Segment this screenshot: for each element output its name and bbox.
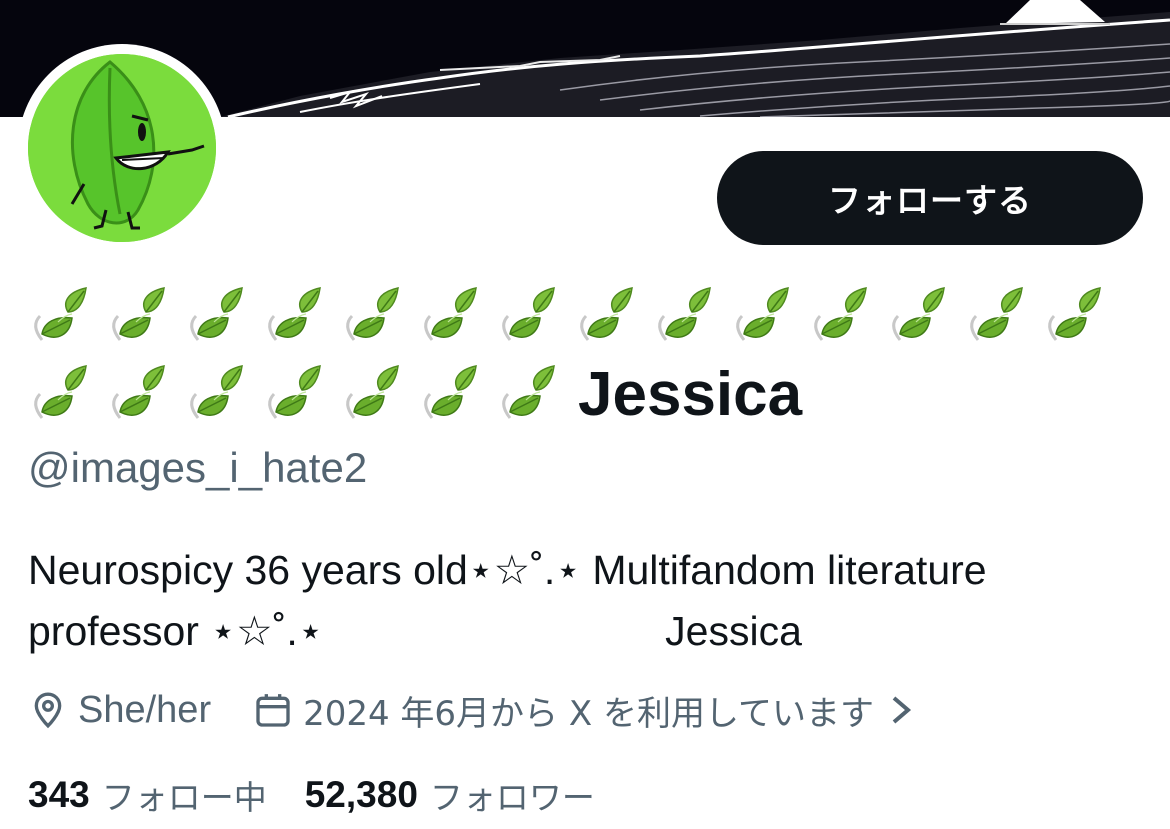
leaf-emoji-icon xyxy=(190,365,243,419)
followers-count: 52,380 xyxy=(304,774,418,815)
leaf-emoji-row-2: Jessica xyxy=(28,356,1138,434)
leaf-emoji-icon xyxy=(658,287,711,341)
joined-item[interactable]: 2024 年6月から X を利用しています xyxy=(253,686,914,735)
leaf-emoji-icon xyxy=(502,365,555,419)
leaf-emoji-icon xyxy=(346,287,399,341)
profile-meta: She/her 2024 年6月から X を利用しています xyxy=(28,685,914,735)
follow-button[interactable]: フォローする xyxy=(717,151,1143,245)
followers-link[interactable]: 52,380 フォロワー xyxy=(305,771,595,819)
leaf-emoji-row-1 xyxy=(28,278,1138,356)
leaf-emoji-icon xyxy=(112,365,165,419)
following-link[interactable]: 343 フォロー中 xyxy=(28,771,267,819)
leaf-emoji-icon xyxy=(268,287,321,341)
leaf-emoji-icon xyxy=(424,287,477,341)
leaf-emoji-icon xyxy=(112,287,165,341)
chevron-right-icon xyxy=(892,696,912,724)
leaf-emoji-icon xyxy=(424,365,477,419)
following-count: 343 xyxy=(28,774,90,815)
display-name-block: Jessica xyxy=(28,278,1138,434)
leaf-character-avatar-icon xyxy=(28,54,216,242)
leaf-emoji-icon xyxy=(892,287,945,341)
follow-stats: 343 フォロー中 52,380 フォロワー xyxy=(28,770,595,820)
display-name: Jessica xyxy=(578,360,803,429)
leaf-emoji-icon xyxy=(346,365,399,419)
profile-bio: Neurospicy 36 years old⋆☆˚.⋆ Multifandom… xyxy=(28,540,1138,662)
location-text: She/her xyxy=(78,688,212,731)
leaf-emoji-icon xyxy=(34,365,87,419)
leaf-emoji-icon xyxy=(580,287,633,341)
location-pin-icon xyxy=(34,692,62,729)
profile-page: フォローする Jessica @images_i_hate2 Neurospic… xyxy=(0,0,1170,829)
leaf-emoji-icon xyxy=(502,287,555,341)
user-handle: @images_i_hate2 xyxy=(28,444,368,491)
avatar-image xyxy=(28,54,216,242)
joined-date-text: 2024 年6月から X を利用しています xyxy=(303,693,874,734)
leaf-emoji-icon xyxy=(190,287,243,341)
leaf-emoji-icon xyxy=(736,287,789,341)
avatar[interactable] xyxy=(18,44,226,252)
location-item: She/her xyxy=(28,689,211,732)
following-label: フォロー中 xyxy=(101,778,267,817)
bio-line: Neurospicy 36 years old⋆☆˚.⋆ Multifandom… xyxy=(28,547,987,593)
leaf-emoji-icon xyxy=(970,287,1023,341)
bio-line: professor ⋆☆˚.⋆ Jessica xyxy=(28,608,802,654)
leaf-emoji-icon xyxy=(1048,287,1101,341)
leaf-emoji-icon xyxy=(34,287,87,341)
leaf-emoji-icon xyxy=(268,365,321,419)
calendar-icon xyxy=(256,694,290,727)
followers-label: フォロワー xyxy=(429,778,595,817)
leaf-emoji-icon xyxy=(814,287,867,341)
